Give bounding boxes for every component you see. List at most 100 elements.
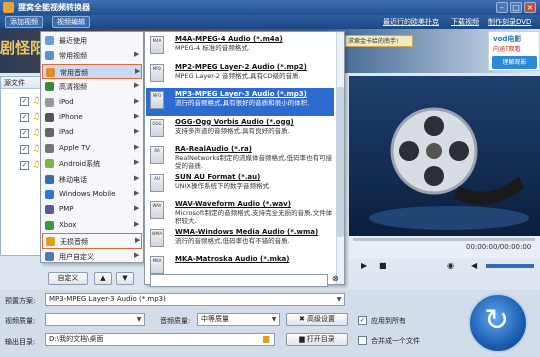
file-icon: M4A <box>150 36 164 54</box>
iphone-icon <box>45 113 54 122</box>
maximize-button[interactable]: □ <box>510 2 522 13</box>
minimize-button[interactable]: – <box>496 2 508 13</box>
menu-item-recent[interactable]: 最近使用 <box>42 33 142 48</box>
apply-all-label: 应用到所有 <box>371 317 406 325</box>
recent-icon <box>45 36 54 45</box>
timecode: 00:00:00/00:00:00 <box>466 243 532 251</box>
menu-item-iphone[interactable]: iPhone ▶ <box>42 110 142 125</box>
seek-track[interactable] <box>353 238 535 241</box>
vod-watch-button[interactable]: 理解观影 <box>492 56 537 69</box>
make-dvd-link[interactable]: 制作刻录DVD <box>488 17 531 27</box>
tools-icon: ✖ <box>298 315 308 323</box>
user-icon <box>45 251 54 261</box>
player-controls: ▶ ■ ◉ ◀ <box>349 258 540 274</box>
file-icon: WMA <box>150 228 164 247</box>
film-reel-icon <box>369 107 529 230</box>
title-bar: 狸窝全能视频转换器 – □ × <box>0 0 540 15</box>
vod-brand: vod电影 <box>493 35 522 43</box>
menu-item-ipod[interactable]: iPod ▶ <box>42 95 142 110</box>
folder-icon[interactable]: ▆ <box>263 334 269 343</box>
file-icon: OGG <box>150 118 164 137</box>
video-quality-select[interactable] <box>45 313 145 326</box>
menu-item-common-video[interactable]: 常用视频 ▶ <box>42 48 142 63</box>
menu-item-windows-mobile[interactable]: Windows Mobile ▶ <box>42 187 142 202</box>
download-video-link[interactable]: 下载视频 <box>451 17 479 27</box>
move-down-button[interactable]: ▼ <box>116 272 134 285</box>
checkbox[interactable]: ✓ <box>20 113 29 122</box>
checkbox[interactable]: ✓ <box>20 161 29 170</box>
checkbox[interactable]: ✓ <box>20 97 29 106</box>
file-icon: MKA <box>150 256 164 274</box>
format-item-wma[interactable]: WMA WMA-Windows Media Audio (*.wma) 流行的音频格… <box>146 226 334 254</box>
windows-icon <box>45 190 54 199</box>
ipod-icon <box>45 97 54 107</box>
banner-logo: 剧怪阳 <box>0 39 46 57</box>
menu-item-android[interactable]: Android系统 ▶ <box>42 156 142 171</box>
seek-bar[interactable]: 00:00:00/00:00:00 <box>349 236 540 258</box>
menu-item-hd-video[interactable]: 高清视频 ▶ <box>42 79 142 94</box>
format-item-ra[interactable]: RA RA-RealAudio (*.ra) RealNetworks制定的流媒体音… <box>146 143 334 171</box>
preset-value: MP3-MPEG Layer-3 Audio (*.mp3) <box>49 295 166 303</box>
menu-item-pmp[interactable]: PMP ▶ <box>42 202 142 217</box>
volume-icon[interactable]: ◀ <box>471 261 477 270</box>
audio-quality-select[interactable]: 中等质量 <box>197 313 280 326</box>
format-category-menu[interactable]: 最近使用 常用视频 ▶ 常用音频 ▶ 高清视频 ▶ iPod ▶ iPhone ▶ iPa… <box>40 31 144 263</box>
menu-item-mobile-phone[interactable]: 移动电话 ▶ <box>42 172 142 187</box>
menu-item-apple-tv[interactable]: Apple TV ▶ <box>42 141 142 156</box>
menu-item-xbox[interactable]: Xbox ▶ <box>42 218 142 233</box>
checkbox[interactable]: ✓ <box>20 129 29 138</box>
format-item-wav[interactable]: WAV WAV-Waveform Audio (*.wav) Microsoft制定… <box>146 198 334 226</box>
music-icon: ♫ <box>32 160 41 170</box>
camera-icon[interactable]: ◉ <box>447 261 454 270</box>
chevron-down-icon[interactable]: ▼ <box>334 294 344 305</box>
format-item-m4a[interactable]: M4A M4A-MPEG-4 Audio (*.m4a) MPEG-4 标准的音频格… <box>146 33 334 61</box>
window-title: 狸窝全能视频转换器 <box>18 3 90 12</box>
preset-select[interactable]: MP3-MPEG Layer-3 Audio (*.mp3) <box>45 293 345 306</box>
move-up-button[interactable]: ▲ <box>94 272 112 285</box>
xbox-icon <box>45 220 54 230</box>
format-item-au[interactable]: AU SUN AU Format (*.au) UNIX操作系统下的数字音频格式. <box>146 171 334 199</box>
format-item-mp2[interactable]: MP2 MP2-MPEG Layer-2 Audio (*.mp2) MPEG La… <box>146 61 334 89</box>
menu-item-lossless-audio[interactable]: 无损音频 ▶ <box>42 233 142 249</box>
recent-link[interactable]: 最近行的欧美扑克 <box>383 17 439 27</box>
custom-button[interactable]: 自定义 <box>48 272 88 285</box>
output-dir-field[interactable]: D:\我的文档\桌面 <box>45 333 275 346</box>
checkbox[interactable]: ✓ <box>20 145 29 154</box>
advanced-settings-button[interactable]: ✖ 高级设置 <box>286 313 348 326</box>
video-edit-button[interactable]: 视频编辑 <box>52 16 90 28</box>
apply-all-checkbox[interactable]: ✓ <box>358 316 367 325</box>
format-item-mp3[interactable]: MP3 MP3-MPEG Layer-3 Audio (*.mp3) 流行的音频格式… <box>146 88 334 116</box>
vod-subtitle: 内涵T观看 <box>493 46 521 53</box>
menu-item-common-audio[interactable]: 常用音频 ▶ <box>42 63 142 80</box>
menu-item-user-defined[interactable]: 用户自定义 ▶ <box>42 249 142 264</box>
apple-tv-icon <box>45 143 54 153</box>
clear-icon[interactable]: ⊗ <box>332 274 339 283</box>
ipad-icon <box>45 128 54 138</box>
chevron-down-icon[interactable]: ▼ <box>134 314 144 325</box>
volume-slider[interactable] <box>486 264 534 268</box>
vod-ad[interactable]: vod电影 内涵T观看 理解观影 <box>488 31 540 71</box>
format-item-ogg[interactable]: OGG OGG-Ogg Vorbis Audio (*.ogg) 支持多声道的音频格… <box>146 116 334 144</box>
merge-checkbox[interactable] <box>358 336 367 345</box>
stop-icon[interactable]: ■ <box>379 261 387 270</box>
preset-label: 预置方案: <box>5 297 36 305</box>
audio-format-submenu[interactable]: M4A M4A-MPEG-4 Audio (*.m4a) MPEG-4 标准的音频格… <box>144 31 345 285</box>
refresh-icon: ↻ <box>484 303 510 338</box>
close-button[interactable]: × <box>524 2 536 13</box>
menu-item-ipad[interactable]: iPad ▶ <box>42 125 142 140</box>
video-quality-label: 视频质量: <box>5 317 36 325</box>
music-icon: ♫ <box>32 128 41 138</box>
play-icon[interactable]: ▶ <box>361 261 367 270</box>
convert-button[interactable]: ↻ <box>468 293 528 353</box>
video-icon <box>45 51 54 61</box>
chevron-down-icon[interactable]: ▼ <box>269 314 279 325</box>
banner-ad-text[interactable]: 求索金卡给的南手! <box>345 35 413 47</box>
search-input[interactable] <box>150 274 328 287</box>
submenu-scroll-thumb[interactable] <box>337 87 344 237</box>
folder-icon: ▆ <box>299 335 307 343</box>
pmp-icon <box>45 205 54 215</box>
audio-quality-label: 音频质量: <box>160 317 191 325</box>
file-icon: WAV <box>150 201 164 219</box>
open-directory-button[interactable]: ▆ 打开目录 <box>286 333 348 346</box>
add-video-button[interactable]: 添加视频 <box>5 16 43 28</box>
